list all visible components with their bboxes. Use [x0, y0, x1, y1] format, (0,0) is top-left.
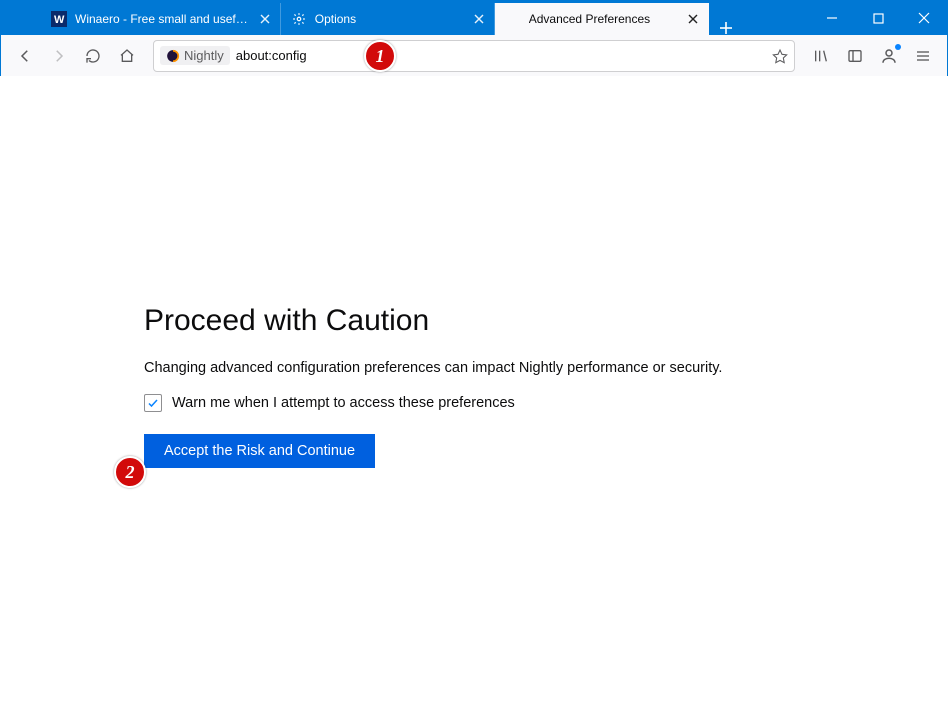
sidebar-button[interactable]	[839, 40, 871, 72]
warn-checkbox[interactable]	[144, 394, 162, 412]
annotation-badge-2: 2	[114, 456, 146, 488]
page-content: Proceed with Caution Changing advanced c…	[0, 76, 948, 724]
url-bar[interactable]: Nightly about:config	[153, 40, 795, 72]
minimize-button[interactable]	[809, 1, 855, 35]
tab-options[interactable]: Options	[281, 3, 495, 35]
window-controls	[809, 1, 947, 35]
tab-winaero[interactable]: W Winaero - Free small and usef…	[41, 3, 281, 35]
forward-button[interactable]	[43, 40, 75, 72]
warn-checkbox-label: Warn me when I attempt to access these p…	[172, 395, 515, 411]
identity-label: Nightly	[184, 48, 224, 63]
tab-strip: W Winaero - Free small and usef… Options…	[1, 1, 743, 35]
nav-toolbar: Nightly about:config	[1, 35, 947, 77]
reload-button[interactable]	[77, 40, 109, 72]
tab-advanced-preferences[interactable]: Advanced Preferences	[495, 3, 709, 35]
account-button[interactable]	[873, 40, 905, 72]
gear-icon	[291, 11, 307, 27]
app-menu-button[interactable]	[907, 40, 939, 72]
accept-risk-button[interactable]: Accept the Risk and Continue	[144, 434, 375, 468]
svg-text:W: W	[54, 14, 65, 26]
home-button[interactable]	[111, 40, 143, 72]
bookmark-star-icon[interactable]	[772, 48, 788, 64]
tab-label: Advanced Preferences	[529, 12, 676, 26]
library-button[interactable]	[805, 40, 837, 72]
maximize-button[interactable]	[855, 1, 901, 35]
warning-text: Changing advanced configuration preferen…	[144, 360, 804, 376]
close-icon[interactable]	[684, 10, 702, 28]
tab-label: Options	[315, 12, 462, 26]
close-icon[interactable]	[470, 10, 488, 28]
winaero-favicon-icon: W	[51, 11, 67, 27]
annotation-badge-1: 1	[364, 40, 396, 72]
close-icon[interactable]	[256, 10, 274, 28]
about-config-warning: Proceed with Caution Changing advanced c…	[144, 304, 804, 468]
new-tab-button[interactable]	[709, 21, 743, 35]
notification-dot-icon	[895, 44, 901, 50]
titlebar: W Winaero - Free small and usef… Options…	[1, 1, 947, 35]
tab-label: Winaero - Free small and usef…	[75, 12, 248, 26]
identity-box[interactable]: Nightly	[160, 46, 230, 65]
url-text: about:config	[236, 48, 307, 63]
page-title: Proceed with Caution	[144, 304, 804, 338]
back-button[interactable]	[9, 40, 41, 72]
firefox-logo-icon	[166, 49, 180, 63]
close-window-button[interactable]	[901, 1, 947, 35]
